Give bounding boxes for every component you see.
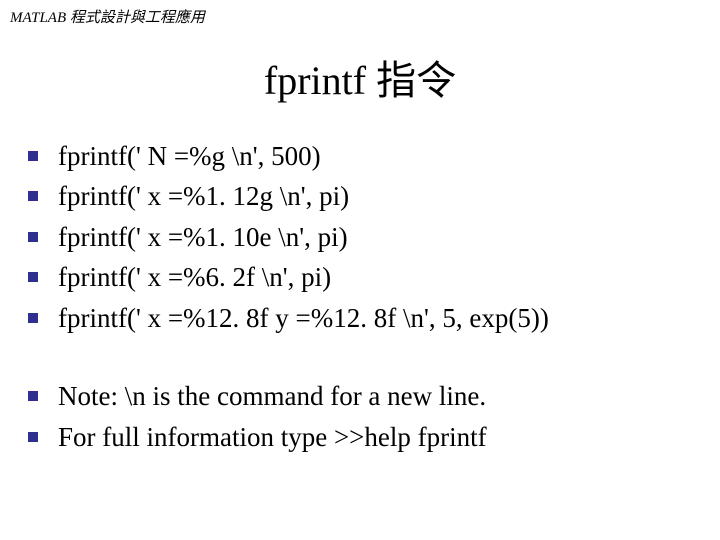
list-item: fprintf(' x =%6. 2f \n', pi) [28,259,700,295]
bullet-group-1: fprintf(' N =%g \n', 500) fprintf(' x =%… [28,138,700,336]
bullet-icon [28,313,38,323]
bullet-icon [28,272,38,282]
bullet-icon [28,191,38,201]
title-text: fprintf 指令 [264,58,456,103]
bullet-icon [28,432,38,442]
header-text: MATLAB 程式設計與工程應用 [10,10,205,26]
slide-header: MATLAB 程式設計與工程應用 [10,6,205,27]
list-item: fprintf(' N =%g \n', 500) [28,138,700,174]
list-item: Note: \n is the command for a new line. [28,378,700,414]
bullet-text: fprintf(' x =%1. 12g \n', pi) [58,178,349,214]
list-item: fprintf(' x =%1. 10e \n', pi) [28,219,700,255]
bullet-text: Note: \n is the command for a new line. [58,378,486,414]
bullet-icon [28,232,38,242]
bullet-text: fprintf(' x =%6. 2f \n', pi) [58,259,331,295]
bullet-icon [28,151,38,161]
bullet-text: fprintf(' N =%g \n', 500) [58,138,321,174]
list-item: For full information type >>help fprintf [28,419,700,455]
bullet-text: For full information type >>help fprintf [58,419,487,455]
list-item: fprintf(' x =%1. 12g \n', pi) [28,178,700,214]
bullet-group-2: Note: \n is the command for a new line. … [28,378,700,455]
bullet-text: fprintf(' x =%1. 10e \n', pi) [58,219,348,255]
slide-content: fprintf(' N =%g \n', 500) fprintf(' x =%… [28,138,700,497]
bullet-icon [28,391,38,401]
bullet-text: fprintf(' x =%12. 8f y =%12. 8f \n', 5, … [58,300,549,336]
list-item: fprintf(' x =%12. 8f y =%12. 8f \n', 5, … [28,300,700,336]
slide-title: fprintf 指令 [0,48,720,106]
